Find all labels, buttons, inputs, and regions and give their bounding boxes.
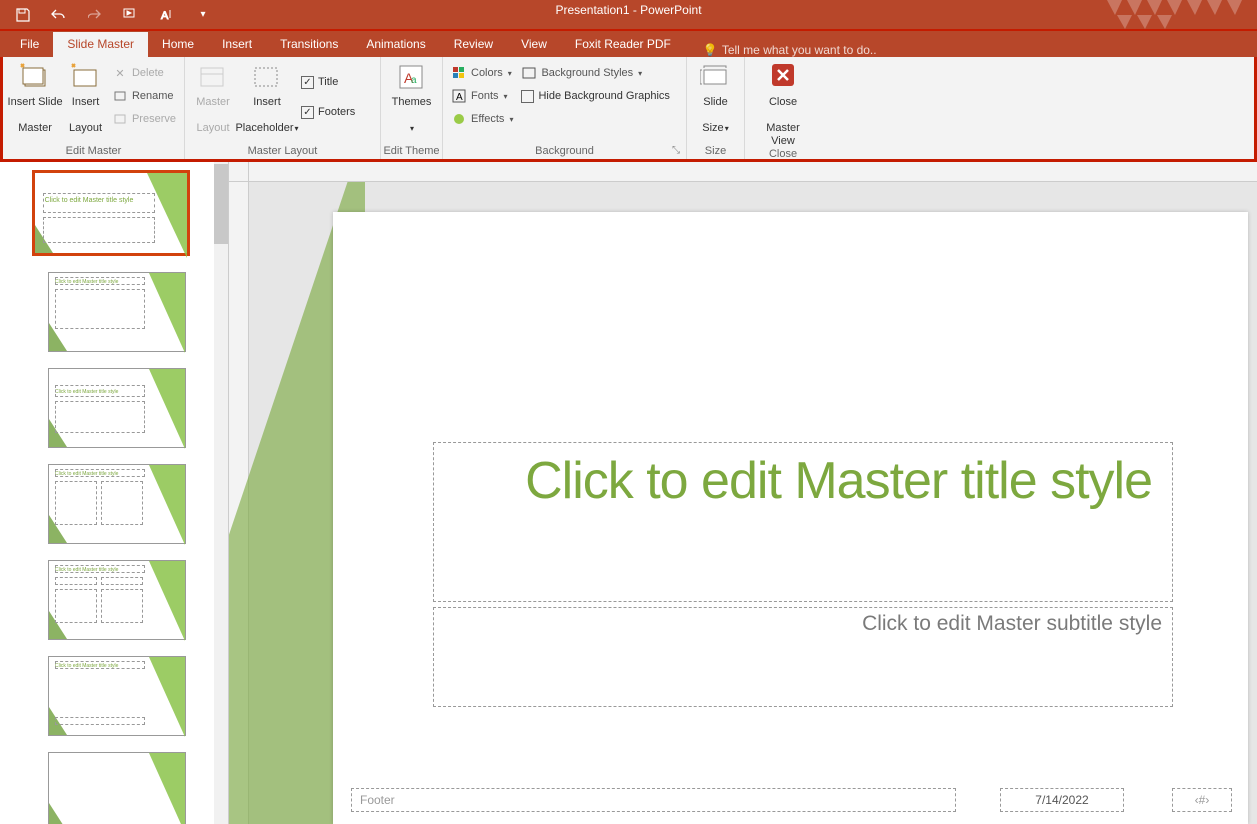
- subtitle-placeholder-text: Click to edit Master subtitle style: [444, 612, 1162, 636]
- group-label-master-layout: Master Layout: [185, 145, 380, 159]
- undo-icon[interactable]: [50, 6, 68, 24]
- checkbox-unchecked-icon: [521, 90, 534, 103]
- effects-button[interactable]: Effects▾: [451, 109, 513, 129]
- ruler-horizontal: [249, 162, 1257, 182]
- footers-checkbox[interactable]: ✓ Footers: [301, 102, 355, 122]
- group-edit-master: Insert SlideMaster InsertLayout ✕ Delete…: [3, 57, 185, 159]
- lightbulb-icon: 💡: [703, 43, 718, 57]
- svg-text:a: a: [411, 75, 417, 86]
- group-master-layout: MasterLayout InsertPlaceholder▾ ✓ Title …: [185, 57, 381, 159]
- background-styles-icon: [521, 65, 537, 81]
- rename-icon: [112, 88, 128, 104]
- title-placeholder[interactable]: Click to edit Master title style: [433, 442, 1173, 602]
- master-layout-icon: [197, 62, 229, 94]
- layout-thumbnail[interactable]: Click to edit Master title style: [48, 464, 186, 544]
- group-close: CloseMaster View Close: [745, 57, 821, 159]
- svg-text:A: A: [456, 92, 463, 103]
- decorative-pattern: [1107, 0, 1257, 29]
- hide-background-checkbox[interactable]: Hide Background Graphics: [521, 86, 669, 106]
- tab-insert[interactable]: Insert: [208, 32, 266, 57]
- group-label-background: Background: [443, 145, 686, 159]
- svg-text:A: A: [161, 10, 169, 22]
- effects-icon: [451, 111, 467, 127]
- tell-me-search[interactable]: 💡 Tell me what you want to do..: [703, 43, 877, 57]
- delete-button[interactable]: ✕ Delete: [112, 63, 176, 83]
- master-layout-button: MasterLayout: [189, 60, 237, 135]
- insert-layout-button[interactable]: InsertLayout: [63, 60, 108, 135]
- preserve-button[interactable]: Preserve: [112, 109, 176, 129]
- quick-access-toolbar: A ▾: [0, 6, 212, 24]
- colors-button[interactable]: Colors▾: [451, 63, 513, 83]
- fonts-button[interactable]: A Fonts▾: [451, 86, 513, 106]
- layout-thumbnail[interactable]: Click to edit Master title style: [48, 560, 186, 640]
- insert-layout-icon: [70, 62, 102, 94]
- group-size: SlideSize▾ Size: [687, 57, 745, 159]
- fonts-icon: A: [451, 88, 467, 104]
- tab-foxit[interactable]: Foxit Reader PDF: [561, 32, 685, 57]
- background-styles-button[interactable]: Background Styles▾: [521, 63, 669, 83]
- insert-placeholder-icon: [251, 62, 283, 94]
- ribbon: Insert SlideMaster InsertLayout ✕ Delete…: [0, 57, 1257, 162]
- themes-button[interactable]: Aa Themes▾: [388, 60, 436, 135]
- group-label-close: Close: [745, 148, 821, 162]
- group-edit-theme: Aa Themes▾ Edit Theme: [381, 57, 443, 159]
- slide-canvas[interactable]: Click to edit Master title style Click t…: [333, 212, 1248, 824]
- layout-thumbnail[interactable]: [48, 752, 186, 824]
- start-from-beginning-icon[interactable]: [122, 6, 140, 24]
- subtitle-placeholder[interactable]: Click to edit Master subtitle style: [433, 607, 1173, 707]
- title-checkbox[interactable]: ✓ Title: [301, 72, 355, 92]
- ruler-corner: [229, 162, 249, 182]
- close-icon: [767, 62, 799, 94]
- ribbon-tabs: File Slide Master Home Insert Transition…: [0, 29, 1257, 57]
- tab-transitions[interactable]: Transitions: [266, 32, 352, 57]
- rename-button[interactable]: Rename: [112, 86, 176, 106]
- save-icon[interactable]: [14, 6, 32, 24]
- tab-file[interactable]: File: [6, 32, 53, 57]
- tab-slide-master[interactable]: Slide Master: [53, 32, 148, 57]
- slide-master-thumbnail[interactable]: Click to edit Master title style: [32, 170, 190, 256]
- close-master-view-button[interactable]: CloseMaster View: [753, 60, 813, 148]
- workspace: Click to edit Master title style Click t…: [0, 162, 1257, 824]
- group-label-edit-master: Edit Master: [3, 145, 184, 159]
- delete-icon: ✕: [112, 65, 128, 81]
- layout-thumbnail[interactable]: Click to edit Master title style: [48, 368, 186, 448]
- title-placeholder-text: Click to edit Master title style: [454, 453, 1152, 510]
- insert-slide-master-button[interactable]: Insert SlideMaster: [7, 60, 63, 135]
- slide-size-button[interactable]: SlideSize▾: [692, 60, 740, 135]
- tell-me-placeholder: Tell me what you want to do..: [722, 43, 877, 57]
- touch-mode-icon[interactable]: A: [158, 6, 176, 24]
- window-title: Presentation1 - PowerPoint: [555, 3, 701, 17]
- tab-animations[interactable]: Animations: [352, 32, 439, 57]
- layout-thumbnail[interactable]: Click to edit Master title style: [48, 656, 186, 736]
- slide-number-placeholder[interactable]: ‹#›: [1172, 788, 1232, 812]
- tab-home[interactable]: Home: [148, 32, 208, 57]
- insert-placeholder-button[interactable]: InsertPlaceholder▾: [237, 60, 297, 135]
- group-label-size: Size: [687, 145, 744, 159]
- tab-view[interactable]: View: [507, 32, 561, 57]
- checkbox-checked-icon: ✓: [301, 106, 314, 119]
- group-background: Colors▾ A Fonts▾ Effects▾ Background Sty…: [443, 57, 687, 159]
- colors-icon: [451, 65, 467, 81]
- checkbox-checked-icon: ✓: [301, 76, 314, 89]
- themes-icon: Aa: [396, 62, 428, 94]
- layout-thumbnail[interactable]: Click to edit Master title style: [48, 272, 186, 352]
- group-label-edit-theme: Edit Theme: [381, 145, 442, 159]
- preserve-icon: [112, 111, 128, 127]
- thumbnail-scrollbar[interactable]: [214, 162, 228, 824]
- footer-placeholder[interactable]: Footer: [351, 788, 956, 812]
- thumbnail-panel: Click to edit Master title style Click t…: [0, 162, 229, 824]
- slide-canvas-area: Click to edit Master title style Click t…: [229, 162, 1257, 824]
- background-dialog-launcher[interactable]: ⤡: [672, 145, 684, 157]
- title-bar: A ▾ Presentation1 - PowerPoint: [0, 0, 1257, 29]
- date-placeholder[interactable]: 7/14/2022: [1000, 788, 1124, 812]
- slide-size-icon: [700, 62, 732, 94]
- redo-icon[interactable]: [86, 6, 104, 24]
- qat-customize-icon[interactable]: ▾: [194, 6, 212, 24]
- tab-review[interactable]: Review: [440, 32, 507, 57]
- insert-slide-master-icon: [19, 62, 51, 94]
